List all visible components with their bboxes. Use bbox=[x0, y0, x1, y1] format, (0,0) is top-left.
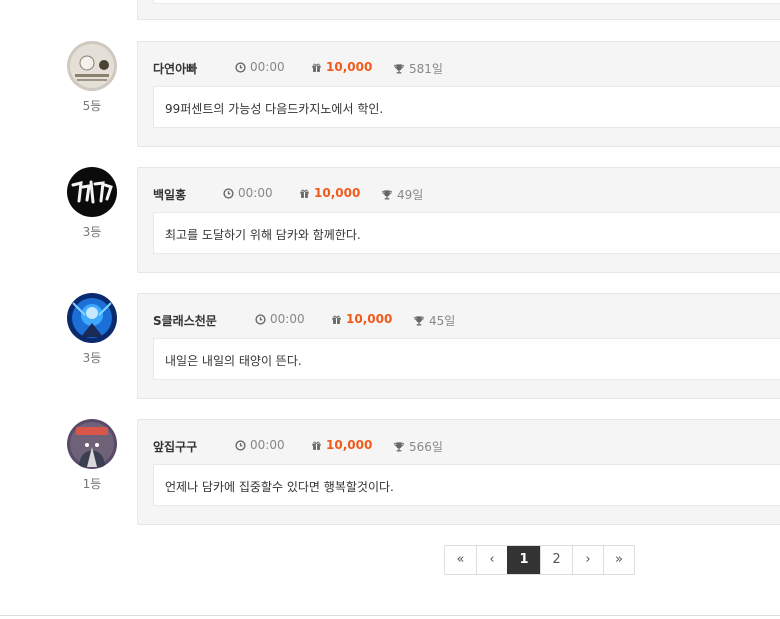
days-value: 566일 bbox=[409, 440, 443, 454]
gift-icon bbox=[312, 63, 321, 72]
points-info: 10,000 bbox=[311, 438, 372, 452]
page-2-button[interactable]: 2 bbox=[540, 546, 572, 574]
days-info: 45일 bbox=[413, 312, 455, 329]
page-1-button[interactable]: 1 bbox=[507, 546, 540, 574]
trophy-icon bbox=[414, 316, 424, 326]
rank-label: 1등 bbox=[82, 477, 102, 491]
rank-label: 3등 bbox=[82, 225, 102, 239]
entry-message: 내일은 내일의 태양이 뜬다. bbox=[165, 354, 302, 368]
points-value: 10,000 bbox=[314, 186, 361, 200]
entry-card: 앞집구구 00:00 10,000 566일 언제나 담카에 집중할수 있다면 … bbox=[137, 419, 780, 525]
trophy-icon bbox=[394, 442, 404, 452]
entry-message: 99퍼센트의 가능성 다음드카지노에서 학인. bbox=[165, 102, 384, 116]
avatar[interactable] bbox=[67, 293, 117, 343]
time-value: 00:00 bbox=[270, 312, 305, 326]
previous-entry-message bbox=[153, 0, 780, 4]
days-value: 45일 bbox=[429, 314, 456, 328]
attendance-entry: 3등 S클래스천문 00:00 10,000 45일 내일은 내일의 태양이 뜬… bbox=[0, 293, 780, 401]
avatar-photo-icon bbox=[67, 419, 117, 469]
prev-page-button[interactable]: ‹ bbox=[476, 546, 507, 574]
time-value: 00:00 bbox=[238, 186, 273, 200]
user-name[interactable]: S클래스천문 bbox=[153, 312, 217, 329]
points-value: 10,000 bbox=[326, 438, 373, 452]
avatar-photo-icon bbox=[67, 167, 117, 217]
days-info: 581일 bbox=[393, 60, 443, 77]
points-info: 10,000 bbox=[311, 60, 372, 74]
avatar[interactable] bbox=[67, 167, 117, 217]
entry-card: 다연아빠 00:00 10,000 581일 99퍼센트의 가능성 다음드카지노… bbox=[137, 41, 780, 147]
points-info: 10,000 bbox=[299, 186, 360, 200]
entry-message: 최고를 도달하기 위해 담카와 함께한다. bbox=[165, 228, 361, 242]
avatar-photo-icon bbox=[67, 41, 117, 91]
user-name[interactable]: 백일홍 bbox=[153, 186, 186, 203]
entry-message-box: 언제나 담카에 집중할수 있다면 행복할것이다. bbox=[153, 464, 780, 506]
clock-icon bbox=[255, 313, 266, 325]
entry-message-box: 최고를 도달하기 위해 담카와 함께한다. bbox=[153, 212, 780, 254]
time-info: 00:00 bbox=[255, 312, 305, 326]
time-value: 00:00 bbox=[250, 60, 285, 74]
entry-message: 언제나 담카에 집중할수 있다면 행복할것이다. bbox=[165, 480, 394, 494]
clock-icon bbox=[235, 61, 246, 73]
days-info: 566일 bbox=[393, 438, 443, 455]
user-name[interactable]: 다연아빠 bbox=[153, 60, 197, 77]
trophy-icon bbox=[394, 64, 404, 74]
days-info: 49일 bbox=[381, 186, 423, 203]
last-page-button[interactable]: » bbox=[603, 546, 634, 574]
gift-icon bbox=[312, 441, 321, 450]
entry-card: 백일홍 00:00 10,000 49일 최고를 도달하기 위해 담카와 함께한… bbox=[137, 167, 780, 273]
clock-icon bbox=[235, 439, 246, 451]
entry-message-box: 99퍼센트의 가능성 다음드카지노에서 학인. bbox=[153, 86, 780, 128]
points-value: 10,000 bbox=[346, 312, 393, 326]
attendance-entry: 3등 백일홍 00:00 10,000 49일 최고를 도달하기 위해 담카와 … bbox=[0, 167, 780, 275]
rank-label: 3등 bbox=[82, 351, 102, 365]
entry-message-box: 내일은 내일의 태양이 뜬다. bbox=[153, 338, 780, 380]
days-value: 49일 bbox=[397, 188, 424, 202]
time-info: 00:00 bbox=[223, 186, 273, 200]
points-value: 10,000 bbox=[326, 60, 373, 74]
time-value: 00:00 bbox=[250, 438, 285, 452]
user-name[interactable]: 앞집구구 bbox=[153, 438, 197, 455]
first-page-button[interactable]: « bbox=[445, 546, 476, 574]
days-value: 581일 bbox=[409, 62, 443, 76]
gift-icon bbox=[332, 315, 341, 324]
previous-entry-card bbox=[137, 0, 780, 20]
time-info: 00:00 bbox=[235, 438, 285, 452]
trophy-icon bbox=[382, 190, 392, 200]
points-info: 10,000 bbox=[331, 312, 392, 326]
gift-icon bbox=[300, 189, 309, 198]
time-info: 00:00 bbox=[235, 60, 285, 74]
attendance-entry: 5등 다연아빠 00:00 10,000 581일 99퍼센트의 가능성 다음드… bbox=[0, 41, 780, 149]
next-page-button[interactable]: › bbox=[572, 546, 603, 574]
avatar[interactable] bbox=[67, 41, 117, 91]
rank-label: 5등 bbox=[82, 99, 102, 113]
entry-card: S클래스천문 00:00 10,000 45일 내일은 내일의 태양이 뜬다. bbox=[137, 293, 780, 399]
pagination: « ‹ 1 2 › » bbox=[444, 545, 635, 575]
clock-icon bbox=[223, 187, 234, 199]
avatar-photo-icon bbox=[67, 293, 117, 343]
footer-divider bbox=[0, 615, 780, 616]
avatar[interactable] bbox=[67, 419, 117, 469]
attendance-entry: 1등 앞집구구 00:00 10,000 566일 언제나 담카에 집중할수 있… bbox=[0, 419, 780, 527]
